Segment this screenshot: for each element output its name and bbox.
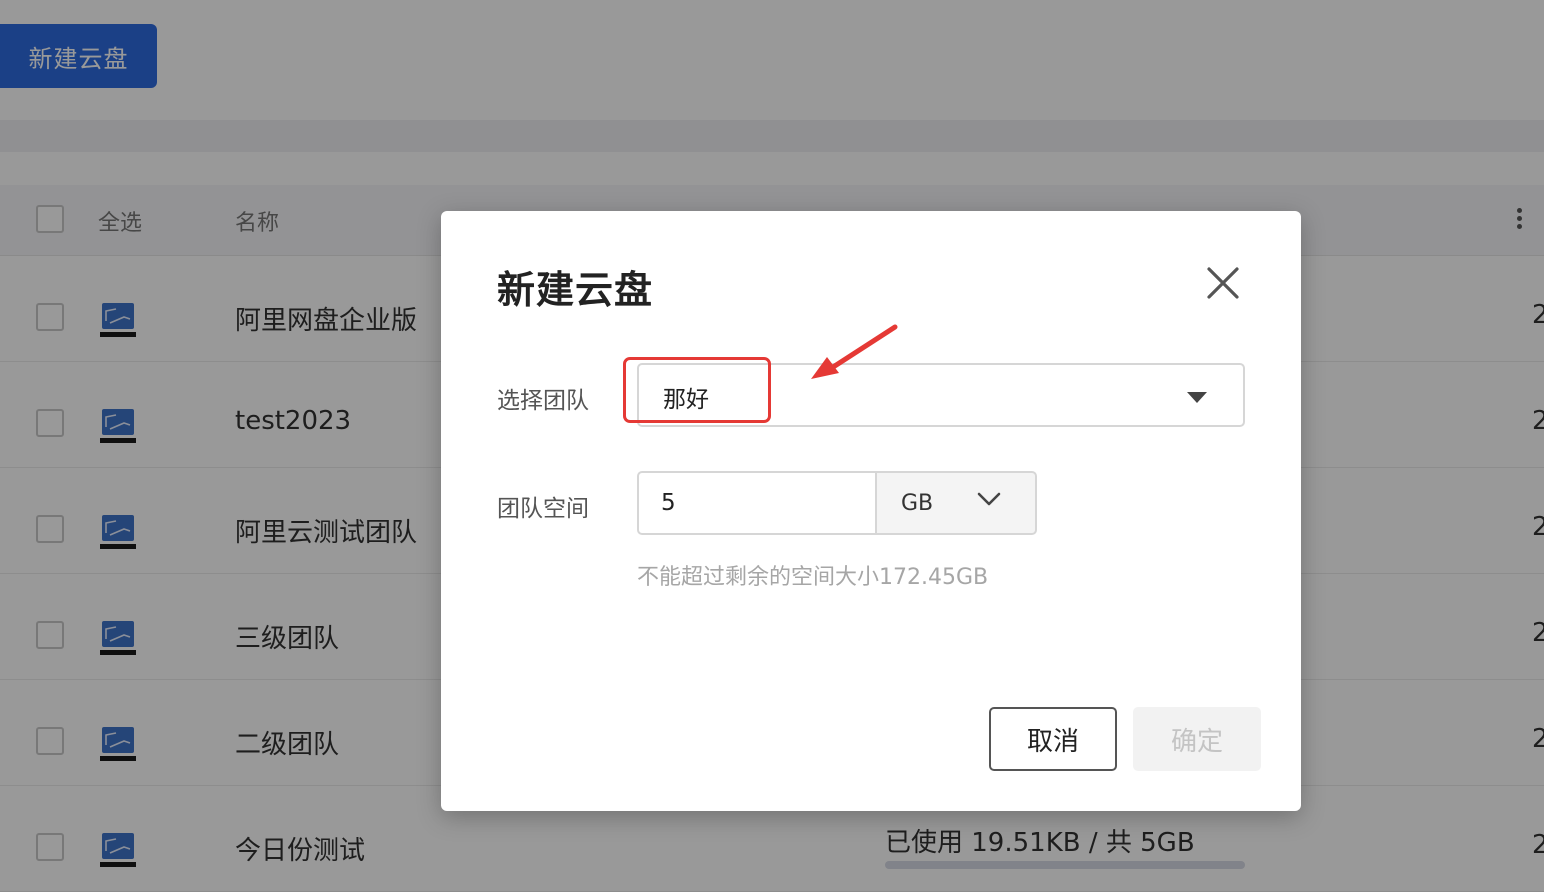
space-hint: 不能超过剩余的空间大小172.45GB [637,565,989,590]
close-icon[interactable] [1203,263,1243,303]
space-label: 团队空间 [497,496,589,522]
space-input[interactable] [637,471,877,535]
chevron-down-icon [977,492,1001,506]
team-label: 选择团队 [497,388,589,414]
unit-select-value: GB [901,491,934,516]
cancel-button[interactable]: 取消 [989,707,1117,771]
new-drive-dialog: 新建云盘 选择团队 那好 团队空间 GB 不能超过剩余的空间大小172.45GB… [441,211,1301,811]
unit-select[interactable]: GB [877,471,1037,535]
dialog-title: 新建云盘 [497,268,654,312]
team-select[interactable]: 那好 [637,363,1245,427]
team-select-value: 那好 [663,387,709,413]
caret-down-icon [1187,392,1207,403]
confirm-button[interactable]: 确定 [1133,707,1261,771]
